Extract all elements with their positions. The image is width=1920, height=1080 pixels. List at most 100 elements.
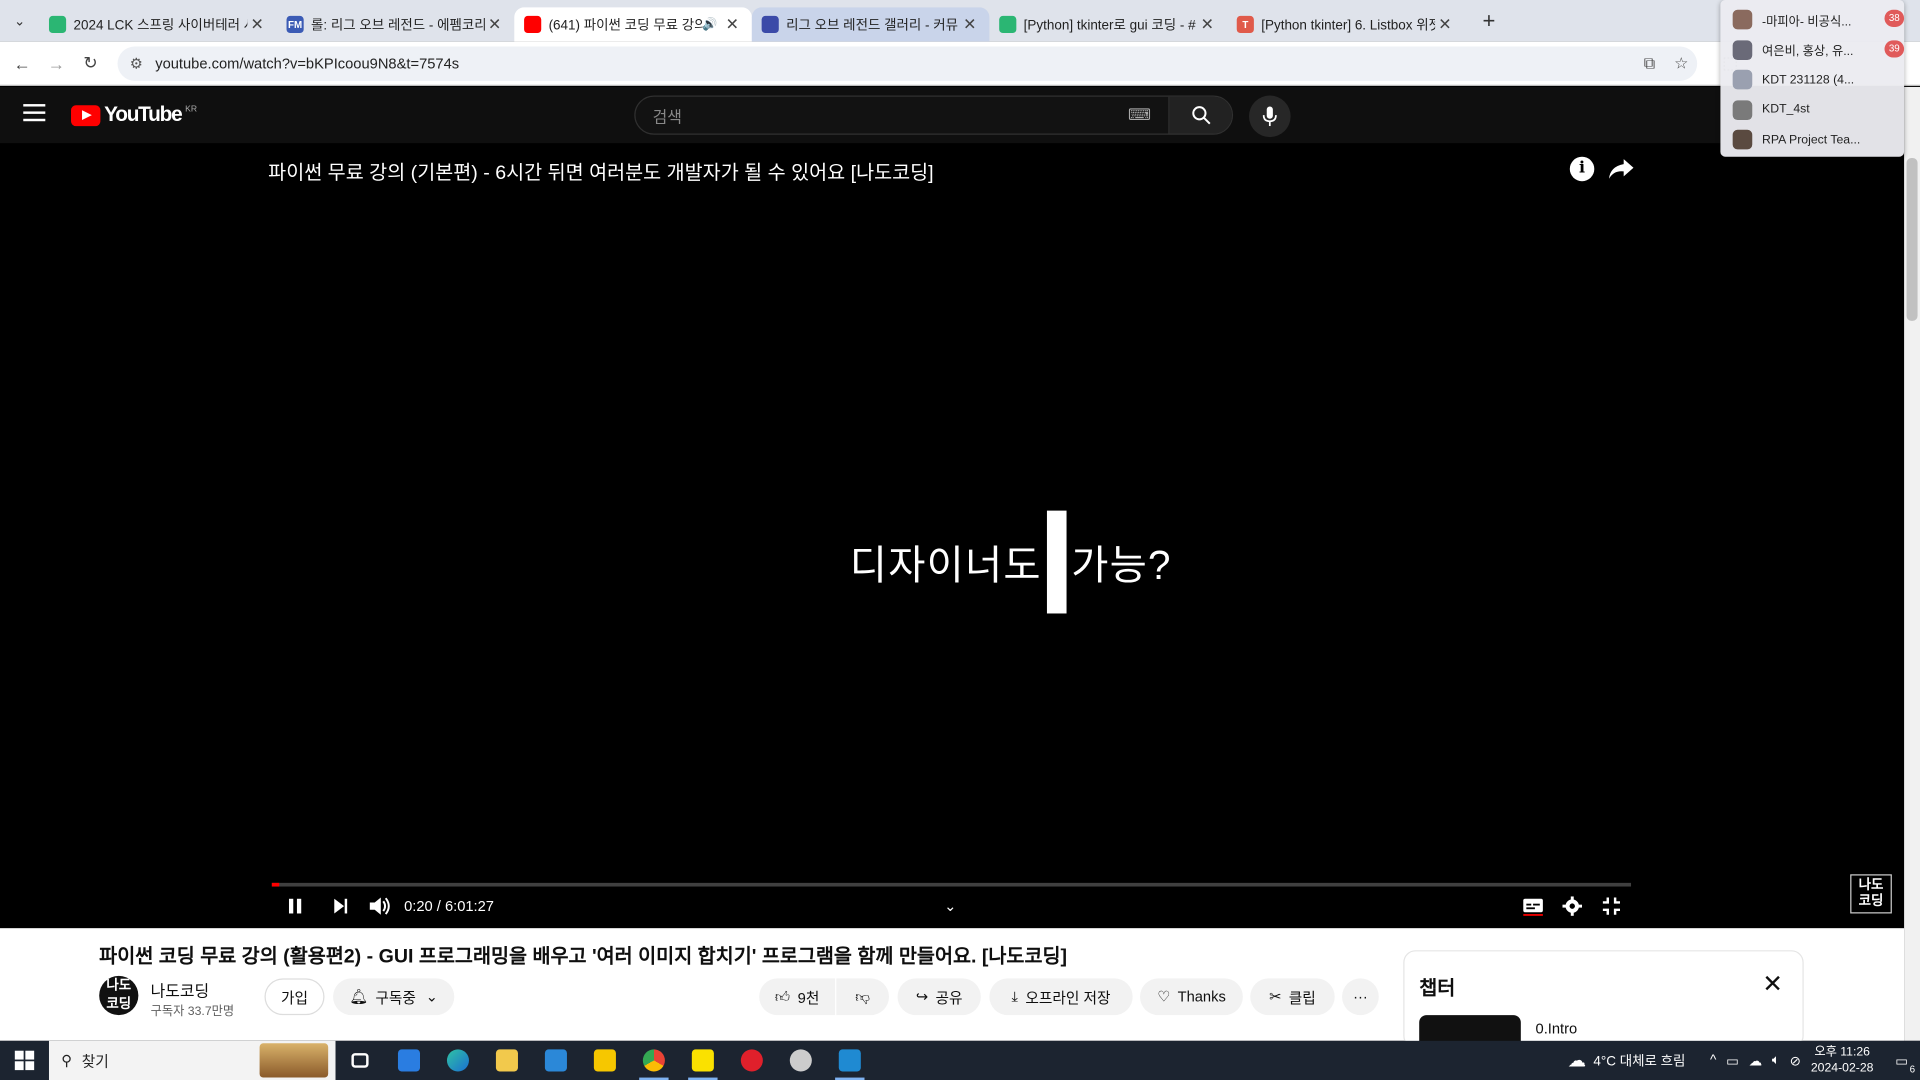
unread-badge: 39 bbox=[1884, 39, 1905, 57]
subtitles-icon bbox=[1523, 898, 1543, 916]
notification-item[interactable]: KDT 231128 (4... bbox=[1720, 65, 1904, 95]
chrome-icon[interactable] bbox=[629, 1041, 678, 1080]
forward-icon[interactable]: → bbox=[39, 53, 73, 73]
join-button[interactable]: 가입 bbox=[264, 978, 325, 1016]
opera-icon[interactable] bbox=[727, 1041, 776, 1080]
scrollbar-thumb[interactable] bbox=[1906, 157, 1918, 321]
url-text[interactable]: youtube.com/watch?v=bKPIcoou9N8&t=7574s bbox=[155, 54, 1633, 71]
pause-button[interactable] bbox=[285, 894, 305, 918]
tab-favicon-icon: FM bbox=[286, 15, 304, 34]
thumbs-up-icon: 👍︎ bbox=[774, 987, 791, 1005]
chapter-item-label[interactable]: 0.Intro bbox=[1536, 1020, 1578, 1037]
keyboard-icon[interactable]: ⌨ bbox=[1128, 105, 1151, 125]
like-button[interactable]: 👍︎ 9천 bbox=[759, 978, 836, 1016]
tab-title: 롤: 리그 오브 레전드 - 에펨코리 bbox=[311, 18, 485, 34]
notification-center-button[interactable]: ▭ 6 bbox=[1883, 1041, 1920, 1080]
pause-icon bbox=[288, 898, 302, 914]
search-input[interactable]: 검색 ⌨ bbox=[636, 97, 1169, 134]
tab-search-chevron-icon[interactable]: ⌄ bbox=[0, 0, 39, 42]
close-icon[interactable]: ✕ bbox=[1762, 969, 1783, 1000]
info-icon[interactable]: i bbox=[1569, 156, 1595, 182]
exit-fullscreen-icon bbox=[1602, 897, 1621, 915]
install-app-icon[interactable]: ⧉ bbox=[1633, 53, 1665, 73]
onedrive-cloud-icon[interactable]: ☁ bbox=[1749, 1052, 1762, 1069]
channel-name[interactable]: 나도코딩 bbox=[151, 978, 210, 1001]
microsoft-store-icon[interactable] bbox=[384, 1041, 433, 1080]
kakaotalk-icon[interactable] bbox=[678, 1041, 727, 1080]
task-view-icon[interactable] bbox=[336, 1041, 385, 1080]
progress-bar[interactable] bbox=[271, 882, 1632, 887]
kakao-game-icon[interactable] bbox=[580, 1041, 629, 1080]
notification-item[interactable]: -마피아- 비공식... 38 bbox=[1720, 5, 1905, 35]
caption-right-text: 가능? bbox=[1071, 542, 1172, 588]
chapter-chevron-down-icon[interactable]: ⌄ bbox=[944, 894, 956, 918]
new-tab-button[interactable]: + bbox=[1472, 8, 1506, 34]
back-icon[interactable]: ← bbox=[5, 53, 39, 73]
exit-fullscreen-button[interactable] bbox=[1602, 894, 1622, 918]
tab-close-icon[interactable]: ✕ bbox=[722, 15, 742, 35]
menu-icon[interactable] bbox=[23, 104, 46, 122]
tab-close-icon[interactable]: ✕ bbox=[960, 15, 980, 35]
browser-tab[interactable]: 리그 오브 레전드 갤러리 - 커뮤 ✕ bbox=[751, 7, 990, 42]
edge-icon[interactable] bbox=[433, 1041, 482, 1080]
channel-watermark[interactable]: 나도 코딩 bbox=[1850, 874, 1892, 914]
security-icon[interactable]: ⊘ bbox=[1790, 1052, 1801, 1069]
clock-time: 오후 11:26 bbox=[1814, 1045, 1871, 1060]
chat-avatar bbox=[1732, 70, 1753, 90]
notification-item[interactable]: 여은비, 홍상, 유... 39 bbox=[1720, 35, 1905, 65]
tab-close-icon[interactable]: ✕ bbox=[1198, 15, 1218, 35]
youtube-logo[interactable]: YouTube KR bbox=[71, 103, 197, 127]
browser-tab[interactable]: [Python] tkinter로 gui 코딩 - # ✕ bbox=[989, 7, 1227, 41]
weather-cloud-icon[interactable]: ☁ bbox=[1568, 1049, 1586, 1072]
settings-button[interactable] bbox=[1562, 894, 1583, 918]
search-icon bbox=[1191, 106, 1210, 125]
clip-button[interactable]: ✂ 클립 bbox=[1250, 978, 1335, 1016]
file-explorer-icon[interactable] bbox=[482, 1041, 531, 1080]
browser-tab[interactable]: T [Python tkinter] 6. Listbox 위젯 ✕ bbox=[1227, 7, 1465, 41]
page-scrollbar[interactable] bbox=[1904, 86, 1920, 1041]
taskbar-clock[interactable]: 오후 11:26 2024-02-28 bbox=[1811, 1044, 1874, 1076]
dislike-button[interactable]: 👎︎ bbox=[836, 978, 889, 1016]
volume-icon bbox=[369, 897, 390, 915]
vscode-icon[interactable] bbox=[825, 1041, 874, 1080]
thanks-button[interactable]: ♡ Thanks bbox=[1140, 978, 1243, 1016]
more-actions-button[interactable]: ··· bbox=[1342, 978, 1379, 1016]
clock-app-icon[interactable] bbox=[776, 1041, 825, 1080]
tab-close-icon[interactable]: ✕ bbox=[247, 15, 267, 35]
subtitles-button[interactable] bbox=[1522, 894, 1544, 918]
next-button[interactable] bbox=[331, 894, 351, 918]
taskbar-search[interactable]: ⚲ 찾기 bbox=[48, 1040, 336, 1080]
video-player[interactable]: 파이썬 무료 강의 (기본편) - 6시간 뒤면 여러분도 개발자가 될 수 있… bbox=[0, 143, 1905, 929]
network-icon[interactable]: ▭ bbox=[1726, 1052, 1739, 1069]
share-button[interactable]: ↪ 공유 bbox=[897, 978, 981, 1016]
player-title[interactable]: 파이썬 무료 강의 (기본편) - 6시간 뒤면 여러분도 개발자가 될 수 있… bbox=[268, 156, 933, 185]
weather-text[interactable]: 4°C 대체로 흐림 bbox=[1593, 1051, 1685, 1071]
speaker-icon[interactable]: 🔈︎ bbox=[1772, 1052, 1780, 1068]
tab-close-icon[interactable]: ✕ bbox=[485, 15, 505, 35]
notification-item[interactable]: RPA Project Tea... bbox=[1720, 125, 1904, 155]
share-arrow-icon[interactable] bbox=[1608, 157, 1635, 181]
subscribed-label: 구독중 bbox=[375, 988, 416, 1006]
reload-icon[interactable]: ↻ bbox=[73, 53, 107, 74]
mail-icon[interactable] bbox=[531, 1041, 580, 1080]
search-button[interactable] bbox=[1168, 96, 1232, 134]
tab-title: [Python tkinter] 6. Listbox 위젯 bbox=[1261, 18, 1436, 34]
volume-button[interactable] bbox=[369, 894, 391, 918]
notification-item[interactable]: KDT_4st bbox=[1720, 95, 1904, 125]
thanks-heart-icon: ♡ bbox=[1157, 988, 1171, 1006]
bookmark-star-icon[interactable]: ☆ bbox=[1665, 53, 1697, 73]
tray-overflow-chevron-icon[interactable]: ^ bbox=[1710, 1053, 1716, 1068]
address-bar[interactable]: ⚙ youtube.com/watch?v=bKPIcoou9N8&t=7574… bbox=[117, 45, 1698, 81]
channel-avatar[interactable]: 나도 코딩 bbox=[99, 975, 139, 1016]
voice-search-button[interactable] bbox=[1248, 95, 1291, 138]
browser-tab[interactable]: (641) 파이썬 코딩 무료 강의 🔊 ✕ bbox=[514, 7, 752, 42]
subscribed-button[interactable]: 🔔︎ 구독중 ⌄ bbox=[333, 978, 455, 1016]
browser-tab[interactable]: 2024 LCK 스프링 사이버테러 사 ✕ bbox=[39, 7, 277, 41]
chapters-panel: 챕터 ✕ 0.Intro bbox=[1403, 950, 1804, 1052]
start-button[interactable] bbox=[0, 1041, 49, 1080]
tab-close-icon[interactable]: ✕ bbox=[1435, 15, 1455, 35]
site-info-icon[interactable]: ⚙ bbox=[130, 54, 143, 71]
tab-audio-icon[interactable]: 🔊 bbox=[702, 18, 717, 31]
offline-save-button[interactable]: ⤓ 오프라인 저장 bbox=[989, 978, 1133, 1016]
browser-tab[interactable]: FM 롤: 리그 오브 레전드 - 에펨코리 ✕ bbox=[277, 7, 515, 41]
